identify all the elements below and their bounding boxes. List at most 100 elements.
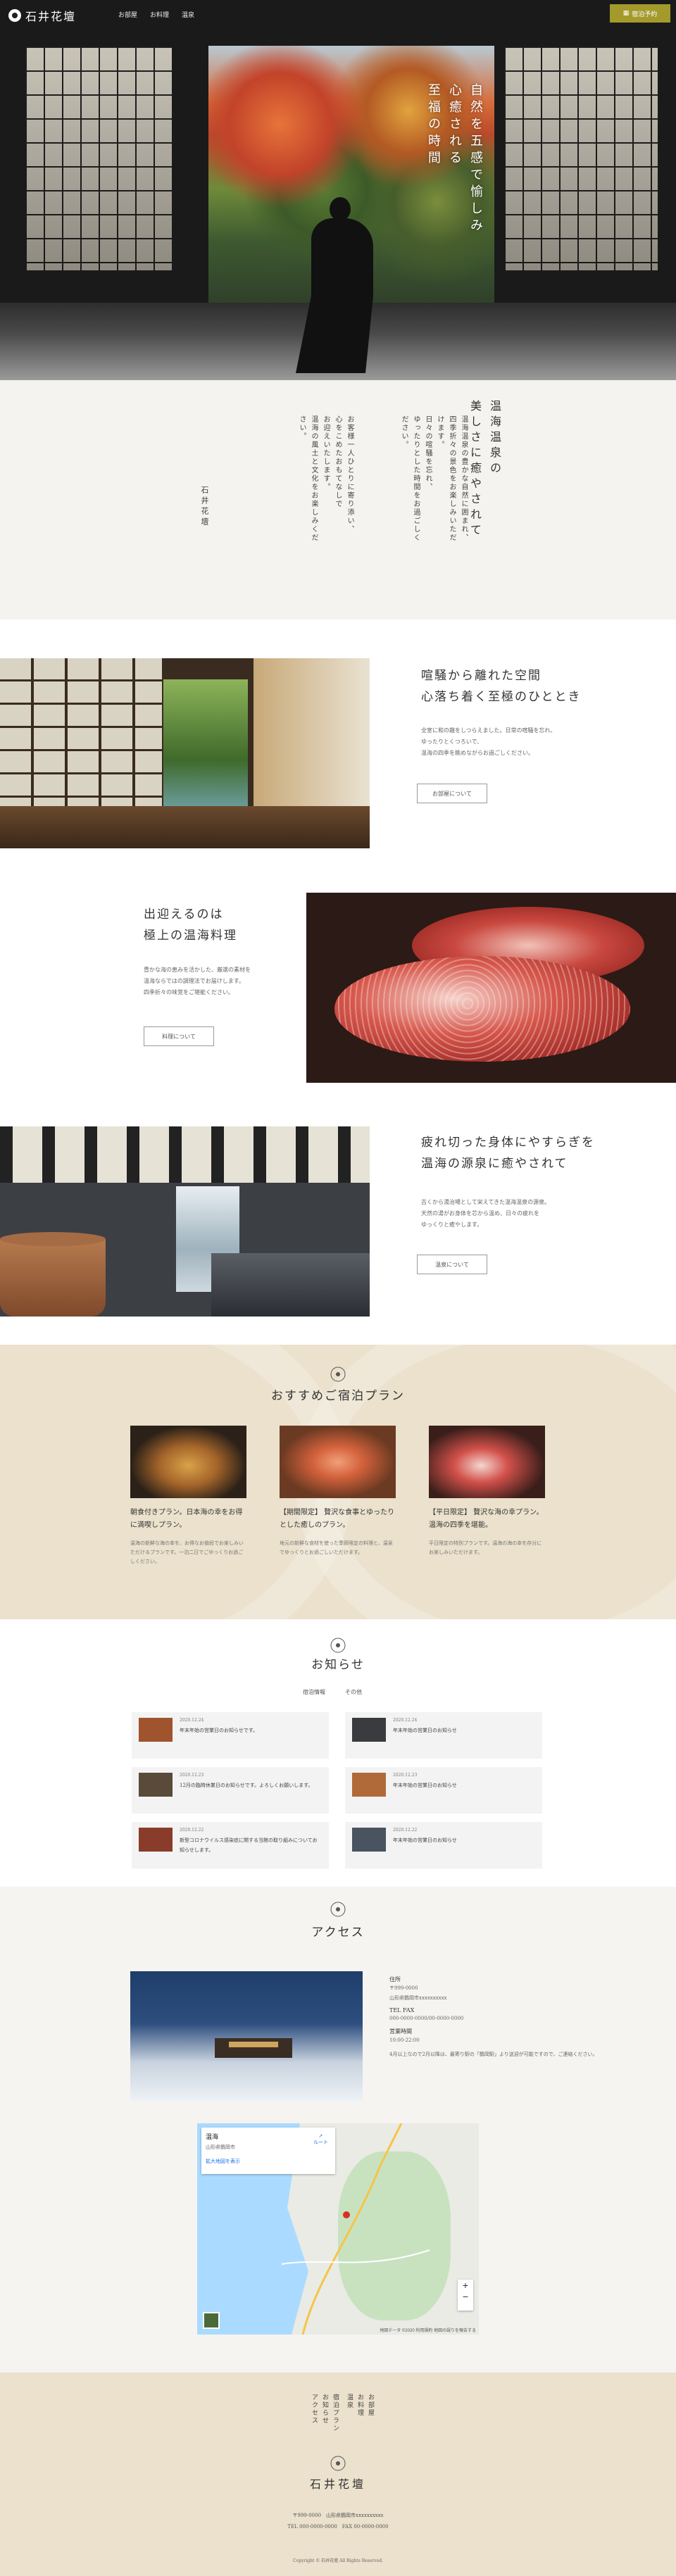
plan-card[interactable]: 【平日限定】 贅沢な海の幸プラン。温海の四季を堪能。 平日限定の特別プランです。…: [429, 1426, 545, 1557]
footer-nav-onsen[interactable]: 温泉: [345, 2394, 354, 2409]
map-attribution: 地図データ ©2020 利用規約 地図の誤りを報告する: [380, 2329, 476, 2333]
logo-icon: [8, 9, 21, 22]
plan-name: 【期間限定】 贅沢な食事とゆったりとした癒しのプラン。: [280, 1509, 395, 1529]
tab-other[interactable]: その他: [345, 1688, 362, 1696]
news-text: 年末年始の営業日のお知らせ: [393, 1837, 457, 1843]
news-thumbnail: [352, 1718, 386, 1742]
plans-title: おすすめご宿泊プラン: [271, 1389, 405, 1403]
flower-icon: [330, 2456, 346, 2471]
rooms-more-button[interactable]: お部屋について: [417, 784, 487, 803]
tel-label: TEL FAX: [389, 2007, 415, 2013]
intro-section: 温海温泉の 美しさに癒やされて 温海温泉の豊かな自然に囲まれ、 四季折々の景色をお楽…: [0, 380, 676, 620]
plan-name: 朝食付きプラン。日本海の幸をお得に満喫しプラン。: [130, 1509, 243, 1529]
feature-onsen-title: 疲れ切った身体にやすらぎを 温海の源泉に癒やされて: [421, 1136, 595, 1171]
map-satellite-toggle[interactable]: [203, 2312, 220, 2329]
nav-cuisine[interactable]: お料理: [150, 10, 169, 19]
onsen-more-button[interactable]: 温泉について: [417, 1255, 487, 1274]
global-nav: お部屋 お料理 温泉: [118, 10, 194, 19]
feature-cuisine-text: 豊かな海の恵みを活かした、厳選の素材を 温海ならではの調理法でお届けします。 四季折…: [144, 967, 251, 995]
hero-section: 自然を五感で愉しみ 心癒される 至福の時間: [0, 0, 676, 380]
map-route-button[interactable]: ➚ ルート: [313, 2133, 328, 2146]
site-header: 石井花壇 お部屋 お料理 温泉 ▦ 宿泊予約: [0, 0, 676, 28]
news-date: 2020.12.23: [393, 1773, 418, 1778]
logo-text: 石井花壇: [25, 10, 77, 23]
map-info-card: 温海 山形県鶴岡市 拡大地図を表示 ➚ ルート: [201, 2128, 335, 2174]
footer-nav-rooms[interactable]: お部屋: [366, 2394, 375, 2417]
plan-card[interactable]: 【期間限定】 贅沢な食事とゆったりとした癒しのプラン。 地元の新鮮な食材を使った…: [280, 1426, 396, 1557]
shoji-right: [500, 42, 662, 275]
intro-paragraph-1: 温海温泉の豊かな自然に囲まれ、 四季折々の景色をお楽しみいただけます。 日々の喧騒を…: [400, 415, 468, 542]
news-item[interactable]: 2020.12.23 年末年始の営業日のお知らせ: [345, 1767, 542, 1814]
map-enlarge-link[interactable]: 拡大地図を表示: [206, 2158, 331, 2165]
hours-value: 10:00-22:00: [389, 2037, 420, 2043]
news-date: 2020.12.22: [180, 1828, 204, 1833]
calendar-icon: ▦: [622, 10, 630, 17]
map-zoom-controls: + −: [458, 2280, 473, 2311]
nav-onsen[interactable]: 温泉: [182, 10, 194, 19]
plan-image: [130, 1426, 246, 1498]
plan-name: 【平日限定】 贅沢な海の幸プラン。温海の四季を堪能。: [429, 1509, 544, 1529]
site-logo[interactable]: 石井花壇: [8, 7, 76, 24]
news-text: 年末年始の営業日のお知らせ: [393, 1728, 457, 1733]
news-title: お知らせ: [311, 1658, 365, 1672]
news-thumbnail: [352, 1828, 386, 1852]
directions-icon: ➚: [318, 2134, 323, 2139]
news-thumbnail: [352, 1773, 386, 1797]
shoji-left: [21, 42, 176, 275]
news-thumbnail: [139, 1828, 173, 1852]
news-text: 12月の臨時休業日のお知らせです。よろしくお願いします。: [180, 1783, 313, 1788]
reserve-button[interactable]: ▦ 宿泊予約: [610, 4, 670, 23]
news-date: 2020.12.22: [393, 1828, 418, 1833]
plan-description: 平日限定の特別プランです。温海の海の幸を存分にお楽しみいただけます。: [429, 1540, 542, 1555]
access-info: 住所 〒999-0000 山形県鶴岡市xxxxxxxxxx TEL FAX 00…: [389, 1971, 601, 2059]
postal-code: 〒999-0000: [389, 1985, 418, 1991]
hours-label: 営業時間: [389, 2028, 412, 2035]
zoom-in-button[interactable]: +: [458, 2280, 473, 2291]
copyright: Copyright © 石井花壇 All Rights Reserved.: [293, 2558, 383, 2563]
flower-icon: [330, 1902, 346, 1917]
news-date: 2020.12.23: [180, 1773, 204, 1778]
plan-image: [429, 1426, 545, 1498]
footer-tel: TEL 000-0000-0000 FAX 00-0000-0000: [287, 2524, 389, 2530]
flower-icon: [330, 1638, 346, 1653]
news-text: 新型コロナウイルス感染症に関する当館の取り組みについてお知らせします。: [180, 1837, 318, 1853]
intro-paragraph-2: お客様一人ひとりに寄り添い、 心をこめたおもてなしで お迎えいたします。 温海の風土と…: [298, 415, 353, 542]
zoom-out-button[interactable]: −: [458, 2291, 473, 2302]
feature-onsen-image: [0, 1126, 370, 1317]
news-item[interactable]: 2020.12.24 年末年始の営業日のお知らせ: [345, 1712, 542, 1759]
access-note: 4月以上なので2月以降は、最寄り駅の「鶴岡駅」より送迎が可能ですので、ご連絡くだ…: [389, 2052, 598, 2057]
feature-room-text: 全室に和の趣をしつらえました。日常の喧騒を忘れ、 ゆったりとくつろいで、 温海の四季…: [421, 727, 556, 756]
access-title: アクセス: [311, 1925, 365, 1940]
feature-room-image: [0, 658, 370, 848]
feature-beef-image: [306, 893, 676, 1083]
address: 山形県鶴岡市xxxxxxxxxx: [389, 1995, 447, 2001]
reserve-label: 宿泊予約: [632, 11, 658, 18]
nav-rooms[interactable]: お部屋: [118, 10, 137, 19]
hero-person-silhouette: [296, 197, 380, 373]
feature-onsen-text: 古くから湯治場として栄えてきた温海温泉の源泉。 天然の湯がお身体を芯から温め、日々…: [421, 1199, 551, 1228]
address-label: 住所: [389, 1976, 401, 1983]
tel-value: 000-0000-0000/00-0000-0000: [389, 2016, 464, 2021]
google-map[interactable]: 温海 山形県鶴岡市 拡大地図を表示 ➚ ルート + − 地図データ ©2020 利…: [197, 2123, 479, 2335]
tab-stay-info[interactable]: 宿泊情報: [303, 1688, 325, 1696]
news-thumbnail: [139, 1773, 173, 1797]
feature-room-title: 喧騒から離れた空間 心落ち着く至極のひととき: [421, 669, 582, 704]
intro-title: 温海温泉の 美しさに癒やされて: [468, 400, 501, 539]
intro-signature: 石井花壇: [200, 486, 209, 528]
news-date: 2020.12.24: [180, 1718, 204, 1723]
footer-logo[interactable]: 石井花壇: [0, 2475, 676, 2492]
plan-card[interactable]: 朝食付きプラン。日本海の幸をお得に満喫しプラン。 温海の新鮮な海の幸を、お得なお…: [130, 1426, 246, 1566]
footer-nav-access[interactable]: アクセス: [310, 2394, 319, 2425]
news-item[interactable]: 2020.12.22 年末年始の営業日のお知らせ: [345, 1822, 542, 1868]
news-item[interactable]: 2020.12.24 年末年始の営業日のお知らせです。: [132, 1712, 329, 1759]
news-text: 年末年始の営業日のお知らせ: [393, 1783, 457, 1788]
news-item[interactable]: 2020.12.23 12月の臨時休業日のお知らせです。よろしくお願いします。: [132, 1767, 329, 1814]
footer-nav-news[interactable]: お知らせ: [320, 2394, 330, 2425]
plan-description: 地元の新鮮な食材を使った季節限定の料理と、温泉でゆっくりとお過ごしいただけます。: [280, 1540, 393, 1555]
footer-address: 〒999-0000 山形県鶴岡市xxxxxxxxxx: [292, 2513, 384, 2518]
cuisine-more-button[interactable]: 料理について: [144, 1026, 214, 1046]
footer-nav-plans[interactable]: 宿泊プラン: [331, 2394, 340, 2432]
news-date: 2020.12.24: [393, 1718, 418, 1723]
footer-nav-cuisine[interactable]: お料理: [356, 2394, 365, 2417]
news-item[interactable]: 2020.12.22 新型コロナウイルス感染症に関する当館の取り組みについてお知ら…: [132, 1822, 329, 1868]
